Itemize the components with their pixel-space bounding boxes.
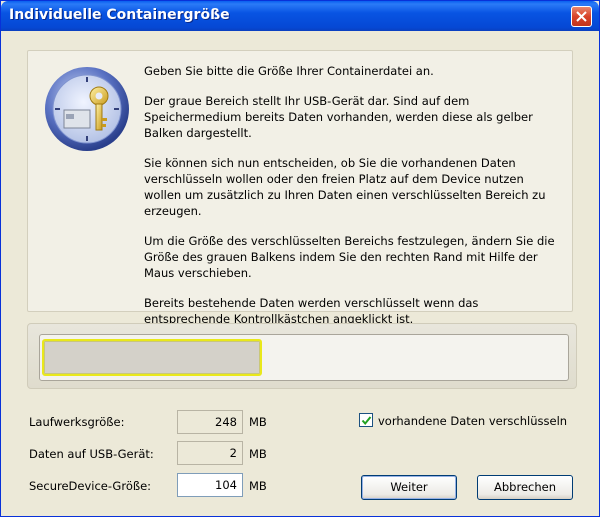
close-button[interactable] [571,6,592,27]
encrypt-existing-checkbox[interactable] [359,413,373,427]
usb-data-unit: MB [249,447,267,461]
window-title: Individuelle Containergröße [9,7,230,23]
container-size-bar[interactable] [42,339,262,376]
title-bar[interactable]: Individuelle Containergröße [1,1,599,31]
info-paragraph-2: Der graue Bereich stellt Ihr USB-Gerät d… [144,94,533,140]
drive-size-field: 248 [177,410,243,434]
checkmark-icon [361,416,372,426]
device-capacity-bar [39,334,569,381]
info-text: Geben Sie bitte die Größe Ihrer Containe… [144,63,560,341]
info-paragraph-4: Um die Größe des verschlüsselten Bereich… [144,234,555,280]
usb-data-label: Daten auf USB-Gerät: [29,447,154,461]
next-button[interactable]: Weiter [361,475,457,500]
dialog-window: Individuelle Containergröße Geben Sie bi… [0,0,600,517]
info-paragraph-3: Sie können sich nun entscheiden, ob Sie … [144,156,546,218]
drive-size-label: Laufwerksgröße: [29,415,125,429]
drive-size-unit: MB [249,415,267,429]
secure-size-input[interactable]: 104 [177,473,243,497]
clock-key-icon [45,67,129,151]
secure-size-label: SecureDevice-Größe: [29,479,152,493]
encrypt-existing-label[interactable]: vorhandene Daten verschlüsseln [378,414,567,428]
cancel-button[interactable]: Abbrechen [477,475,573,500]
secure-size-unit: MB [249,479,267,493]
size-bar-panel [27,323,577,389]
info-panel: Geben Sie bitte die Größe Ihrer Containe… [27,50,573,326]
info-paragraph-1: Geben Sie bitte die Größe Ihrer Containe… [144,64,434,78]
usb-data-field: 2 [177,441,243,465]
close-icon [576,11,587,22]
